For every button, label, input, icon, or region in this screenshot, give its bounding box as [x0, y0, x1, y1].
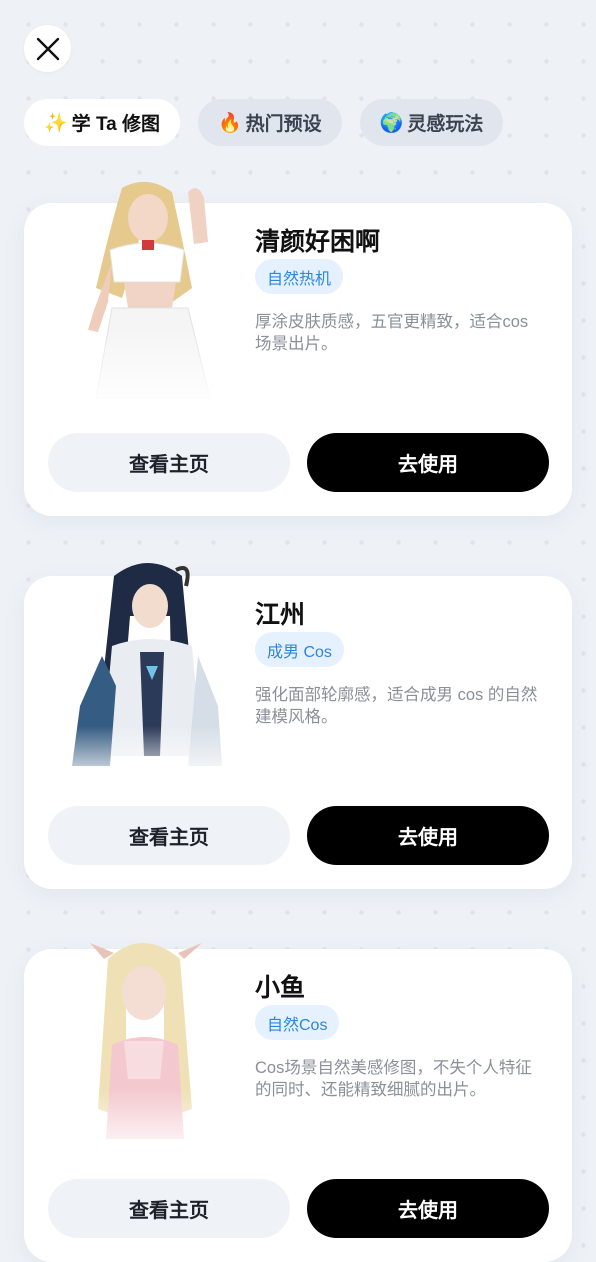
preset-description: Cos场景自然美感修图，不失个人特征的同时、还能精致细腻的出片。	[255, 1059, 532, 1099]
preset-card: 江州 成男 Cos 强化面部轮廓感，适合成男 cos 的自然建模风格。 查看主页…	[24, 563, 572, 889]
use-preset-button[interactable]: 去使用	[307, 433, 549, 492]
preset-thumbnail[interactable]	[52, 178, 232, 408]
sparkles-icon: ✨	[44, 112, 68, 134]
preset-tag: 自然热机	[255, 259, 344, 294]
tab-inspiration[interactable]: 🌍 灵感玩法	[359, 99, 504, 146]
view-profile-button[interactable]: 查看主页	[48, 1179, 290, 1238]
use-preset-button[interactable]: 去使用	[307, 806, 549, 865]
preset-title: 江州	[255, 601, 306, 629]
preset-tag: 自然Cos	[255, 1005, 340, 1040]
preset-card: 小鱼 自然Cos Cos场景自然美感修图，不失个人特征的同时、还能精致细腻的出片…	[24, 943, 572, 1262]
fire-icon: 🔥	[218, 112, 242, 134]
use-preset-button[interactable]: 去使用	[307, 1179, 549, 1238]
close-icon	[36, 37, 59, 60]
preset-title: 小鱼	[255, 974, 306, 1002]
preset-description: 强化面部轮廓感，适合成男 cos 的自然建模风格。	[255, 686, 538, 726]
tab-learn-ta[interactable]: ✨ 学 Ta 修图	[24, 99, 180, 146]
preset-description: 厚涂皮肤质感，五官更精致，适合cos 场景出片。	[255, 313, 529, 353]
category-tabs: ✨ 学 Ta 修图 🔥 热门预设 🌍 灵感玩法	[24, 99, 504, 146]
globe-icon: 🌍	[379, 112, 404, 134]
view-profile-button[interactable]: 查看主页	[48, 433, 290, 492]
tab-label: 学 Ta 修图	[71, 114, 160, 135]
preset-title: 清颜好困啊	[255, 228, 381, 256]
preset-thumbnail[interactable]	[52, 929, 232, 1159]
preset-thumbnail[interactable]	[52, 556, 232, 786]
close-button[interactable]	[24, 25, 71, 72]
tab-label: 热门预设	[245, 114, 322, 135]
view-profile-button[interactable]: 查看主页	[48, 806, 290, 865]
tab-label: 灵感玩法	[407, 114, 484, 135]
tab-hot-presets[interactable]: 🔥 热门预设	[198, 99, 342, 146]
preset-card: 清颜好困啊 自然热机 厚涂皮肤质感，五官更精致，适合cos 场景出片。 查看主页…	[24, 181, 572, 516]
preset-tag: 成男 Cos	[255, 632, 344, 667]
